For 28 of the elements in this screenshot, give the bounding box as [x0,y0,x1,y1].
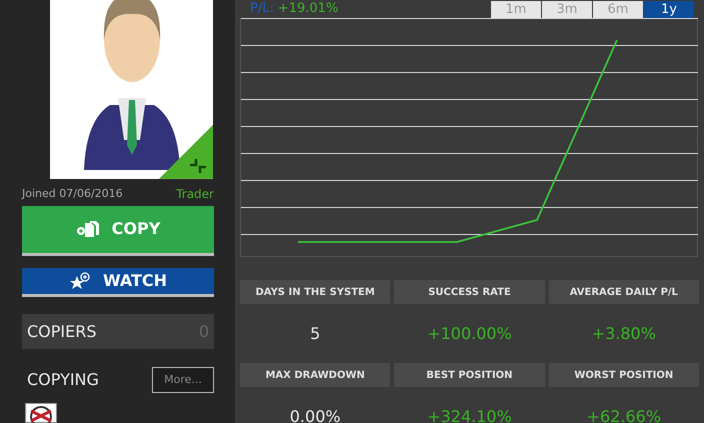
copying-label: COPYING [27,369,99,392]
copy-button[interactable]: COPY [22,206,214,256]
pl-value: +19.01% [278,1,338,17]
more-button[interactable]: More... [152,367,214,394]
stat-value: +3.80% [592,322,656,344]
watch-button[interactable]: WATCH [22,268,214,298]
star-plus-icon [68,272,91,290]
period-tab[interactable]: 1y [644,1,694,18]
stat-header: AVERAGE DAILY P/L [548,280,699,304]
period-tab[interactable]: 1m [491,1,541,18]
stat-value: +100.00% [427,322,512,344]
role-label: Trader [176,186,214,203]
compress-arrows-icon [189,158,207,174]
stat-header: SUCCESS RATE [394,280,545,304]
period-tab[interactable]: 6m [593,1,643,18]
stat-value: 0.00% [290,406,341,423]
stat-header: DAYS IN THE SYSTEM [240,280,390,304]
copiers-label: COPIERS [27,320,97,343]
joined-date: Joined 07/06/2016 [22,186,123,202]
stat-header: BEST POSITION [394,363,545,387]
documents-icon [76,220,100,238]
stat-value: +62.66% [586,406,662,423]
stat-value: +324.10% [427,406,512,423]
pl-label: P/L: [250,1,274,17]
stat-header: WORST POSITION [548,363,699,387]
stat-header: MAX DRAWDOWN [240,363,390,387]
stat-value: 5 [310,322,320,344]
period-tab[interactable]: 3m [542,1,592,18]
